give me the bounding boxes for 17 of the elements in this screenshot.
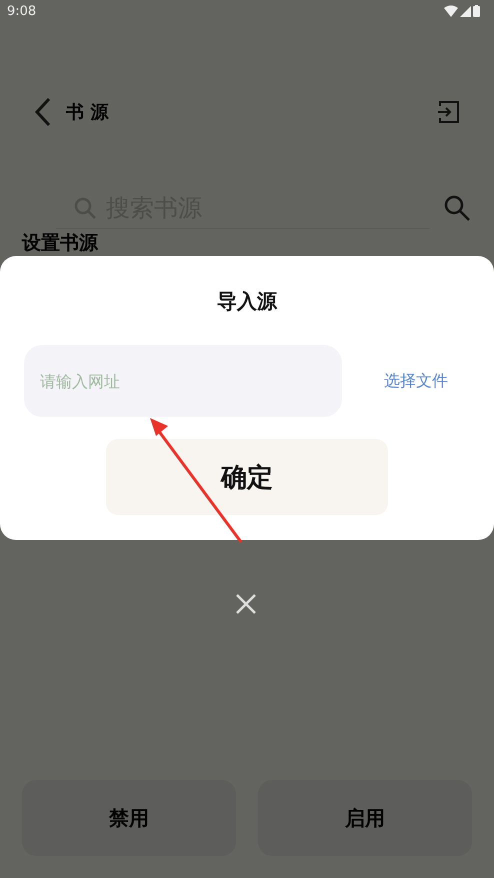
status-time: 9:08 (7, 4, 36, 18)
signal-icon (460, 6, 471, 16)
dialog-title: 导入源 (217, 288, 277, 315)
battery-icon (473, 5, 480, 17)
section-title: 设置书源 (22, 232, 98, 254)
choose-file-link[interactable]: 选择文件 (384, 370, 448, 392)
import-icon[interactable] (436, 100, 460, 124)
action-button[interactable]: 禁用 (22, 780, 236, 856)
confirm-button[interactable]: 确定 (106, 439, 388, 515)
search-icon (74, 196, 96, 218)
page-title: 书 源 (66, 101, 110, 124)
action-button[interactable]: 启用 (258, 780, 472, 856)
url-field[interactable]: 请输入网址 (24, 345, 342, 417)
search-icon[interactable] (444, 195, 470, 221)
back-icon[interactable] (34, 97, 52, 127)
close-icon[interactable] (236, 594, 256, 614)
wifi-icon (444, 5, 458, 17)
